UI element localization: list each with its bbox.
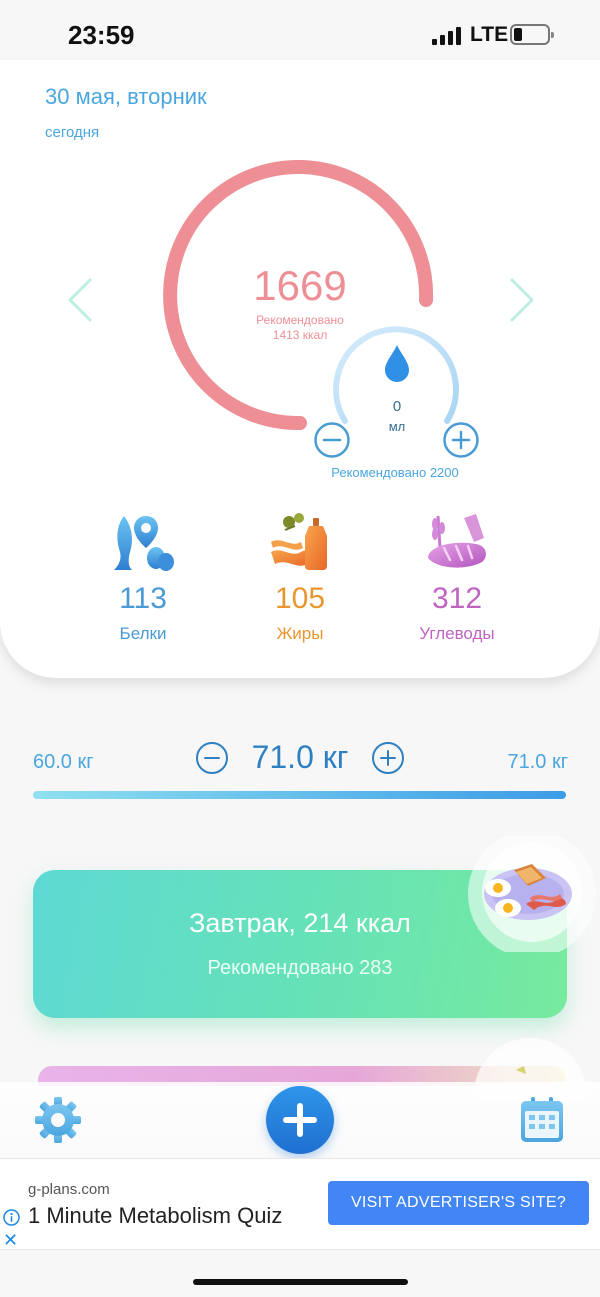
calories-consumed: 1669 <box>253 262 347 309</box>
fat-label: Жиры <box>276 624 324 643</box>
visit-advertiser-button[interactable]: VISIT ADVERTISER'S SITE? <box>328 1181 589 1225</box>
breakfast-plate-icon <box>468 836 596 952</box>
home-indicator[interactable] <box>193 1279 408 1285</box>
water-recommended: Рекомендовано 2200 <box>331 465 459 480</box>
add-button[interactable] <box>266 1086 334 1154</box>
bacon-oil-icon <box>271 513 327 570</box>
macro-carbs[interactable]: 312 Углеводы <box>387 512 527 644</box>
weight-min: 60.0 кг <box>33 751 94 773</box>
ad-banner[interactable]: g-plans.com 1 Minute Metabolism Quiz ✕ V… <box>0 1158 600 1250</box>
macro-fat[interactable]: 105 Жиры <box>230 512 370 644</box>
water-drop-icon <box>385 345 409 382</box>
weight-progress-bar <box>33 791 566 799</box>
carbs-value: 312 <box>431 582 483 615</box>
water-unit: мл <box>388 419 406 434</box>
info-icon[interactable] <box>3 1209 20 1226</box>
calories-recommended-label: Рекомендовано <box>256 313 344 327</box>
close-icon[interactable]: ✕ <box>3 1231 18 1249</box>
protein-value: 113 <box>119 582 167 615</box>
weight-current: 71.0 кг <box>251 739 349 775</box>
water-plus-button[interactable] <box>442 421 480 459</box>
bread-wheat-icon <box>428 514 486 568</box>
screen: 23:59 LTE 30 мая, вторник сегодня 1669 Р <box>0 0 600 1297</box>
weight-max: 71.0 кг <box>507 751 568 773</box>
ad-title[interactable]: 1 Minute Metabolism Quiz <box>28 1203 282 1229</box>
calendar-icon[interactable] <box>518 1096 566 1144</box>
macro-protein[interactable]: 113 Белки <box>73 512 213 644</box>
ad-domain: g-plans.com <box>28 1181 110 1198</box>
weight-plus-button[interactable] <box>371 741 405 775</box>
fish-egg-icon <box>114 516 174 571</box>
next-day-chevron-icon[interactable] <box>508 278 536 322</box>
weight-minus-button[interactable] <box>195 741 229 775</box>
plus-icon <box>283 1103 317 1137</box>
fat-value: 105 <box>274 582 326 615</box>
carbs-label: Углеводы <box>419 624 495 643</box>
water-minus-button[interactable] <box>313 421 351 459</box>
calories-recommended-value: 1413 ккал <box>272 328 328 342</box>
gear-icon[interactable] <box>34 1096 82 1144</box>
meal-recommended: Рекомендовано 283 <box>207 957 393 979</box>
water-amount: 0 <box>392 398 402 415</box>
previous-day-chevron-icon[interactable] <box>66 278 94 322</box>
protein-label: Белки <box>119 624 167 643</box>
